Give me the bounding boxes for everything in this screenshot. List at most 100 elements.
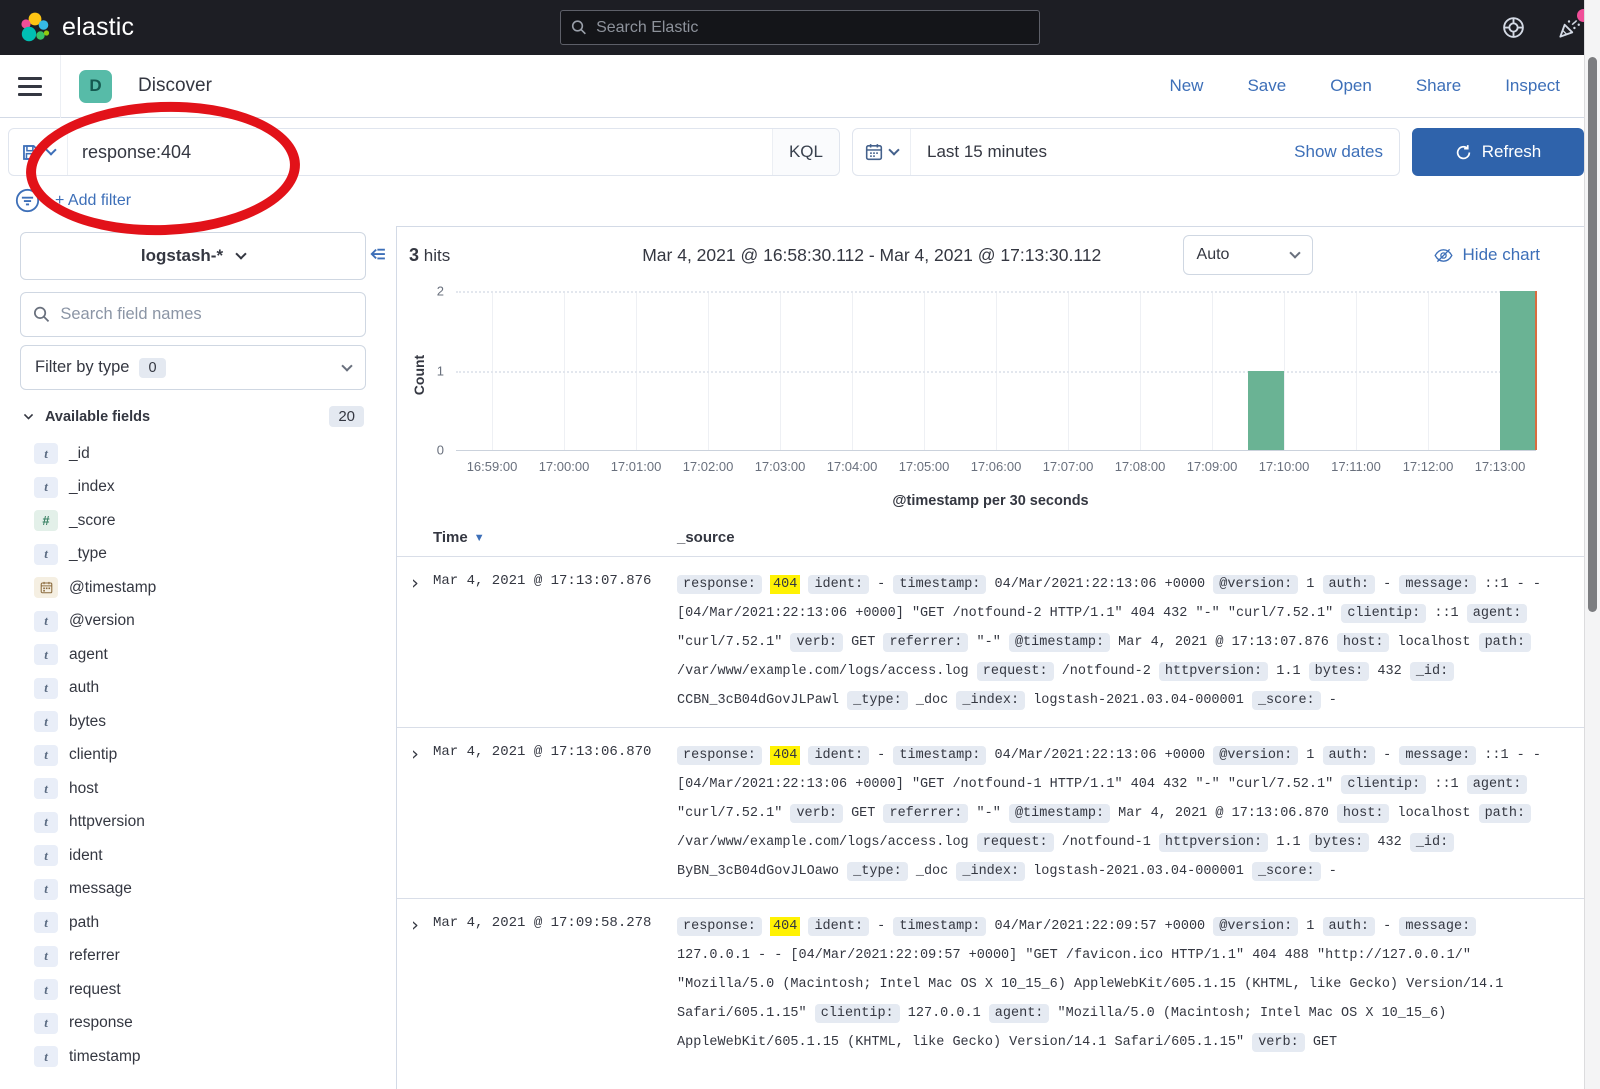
highlighted-value: 404 — [770, 575, 800, 594]
chevron-down-icon — [1289, 247, 1300, 258]
query-input[interactable] — [82, 142, 758, 163]
field-name-pill: @timestamp: — [1009, 633, 1110, 652]
field-value: 1.1 — [1276, 664, 1300, 679]
field-item-ident[interactable]: tident — [20, 839, 366, 873]
page-scrollbar[interactable] — [1584, 0, 1600, 1089]
field-name-pill: host: — [1337, 804, 1390, 823]
field-name-pill: _score: — [1252, 862, 1321, 881]
saved-query-menu-button[interactable] — [9, 129, 68, 175]
nav-new-button[interactable]: New — [1169, 76, 1203, 96]
nav-open-button[interactable]: Open — [1330, 76, 1372, 96]
news-feed-button[interactable] — [1556, 15, 1582, 41]
field-value: 04/Mar/2021:22:13:06 +0000 — [995, 748, 1206, 763]
text-field-icon: t — [34, 1046, 58, 1067]
nav-share-button[interactable]: Share — [1416, 76, 1461, 96]
field-item-@timestamp[interactable]: @timestamp — [20, 571, 366, 605]
hide-chart-button[interactable]: Hide chart — [1433, 245, 1540, 266]
field-name: _id — [69, 445, 90, 463]
field-name-pill: message: — [1399, 746, 1476, 765]
discover-app-badge[interactable]: D — [79, 70, 112, 103]
hide-chart-label: Hide chart — [1463, 245, 1540, 265]
field-item-referrer[interactable]: treferrer — [20, 940, 366, 974]
nav-inspect-button[interactable]: Inspect — [1505, 76, 1560, 96]
field-name-pill: referrer: — [883, 804, 968, 823]
field-value: - — [877, 919, 885, 934]
x-tick-label: 17:09:00 — [1187, 459, 1238, 474]
chevron-down-icon — [235, 248, 246, 259]
available-fields-label: Available fields — [45, 409, 150, 425]
field-name: clientip — [69, 746, 117, 764]
text-field-icon: t — [34, 1013, 58, 1034]
scrollbar-thumb[interactable] — [1588, 57, 1597, 612]
available-fields-header[interactable]: Available fields 20 — [20, 406, 366, 427]
field-item-path[interactable]: tpath — [20, 906, 366, 940]
refresh-button[interactable]: Refresh — [1412, 128, 1584, 176]
date-field-icon — [34, 577, 58, 598]
histogram-chart[interactable]: Count 012 16:59:0017:00:0017:01:0017:02:… — [397, 283, 1584, 515]
column-time[interactable]: Time ▼ — [433, 529, 677, 546]
field-item-bytes[interactable]: tbytes — [20, 705, 366, 739]
global-search-input[interactable] — [596, 19, 1029, 37]
x-tick-label: 17:11:00 — [1331, 459, 1381, 474]
expand-row-button[interactable]: › — [397, 912, 433, 938]
help-icon[interactable] — [1501, 15, 1526, 40]
expand-row-button[interactable]: › — [397, 570, 433, 596]
y-tick-label: 0 — [437, 443, 444, 458]
field-value: /notfound-2 — [1062, 664, 1151, 679]
filter-icon[interactable] — [14, 187, 41, 214]
field-name: @timestamp — [69, 579, 156, 597]
global-search[interactable] — [560, 10, 1040, 45]
field-item-message[interactable]: tmessage — [20, 873, 366, 907]
field-item-clientip[interactable]: tclientip — [20, 739, 366, 773]
x-tick-label: 17:12:00 — [1403, 459, 1454, 474]
field-item-host[interactable]: thost — [20, 772, 366, 806]
field-value: 127.0.0.1 — [908, 1006, 981, 1021]
field-value: - — [1383, 577, 1391, 592]
nav-save-button[interactable]: Save — [1247, 76, 1286, 96]
show-dates-button[interactable]: Show dates — [1278, 129, 1399, 175]
collapse-sidebar-button[interactable] — [368, 244, 388, 264]
elastic-logo[interactable]: elastic — [18, 11, 134, 45]
field-name-pill: bytes: — [1309, 662, 1370, 681]
field-item-_score[interactable]: #_score — [20, 504, 366, 538]
query-language-button[interactable]: KQL — [772, 129, 839, 175]
field-name-pill: timestamp: — [893, 746, 986, 765]
menu-icon[interactable] — [18, 77, 42, 96]
field-item-@version[interactable]: t@version — [20, 605, 366, 639]
text-field-icon: t — [34, 778, 58, 799]
field-item-_type[interactable]: t_type — [20, 538, 366, 572]
field-search-input[interactable] — [60, 305, 353, 324]
field-item-timestamp[interactable]: ttimestamp — [20, 1040, 366, 1074]
row-source: response: 404 ident: - timestamp: 04/Mar… — [677, 912, 1584, 1057]
field-name-pill: request: — [977, 833, 1054, 852]
field-item-auth[interactable]: tauth — [20, 672, 366, 706]
chevron-down-icon — [341, 360, 352, 371]
time-range-value[interactable]: Last 15 minutes — [911, 129, 1278, 175]
filter-by-type-select[interactable]: Filter by type 0 — [20, 345, 366, 390]
field-search[interactable] — [20, 292, 366, 337]
field-name-pill: request: — [977, 662, 1054, 681]
field-item-response[interactable]: tresponse — [20, 1007, 366, 1041]
field-value: 432 — [1377, 664, 1401, 679]
field-value: ByBN_3cB04dGovJLOawo — [677, 864, 839, 879]
field-item-httpversion[interactable]: thttpversion — [20, 806, 366, 840]
field-item-_index[interactable]: t_index — [20, 471, 366, 505]
field-name: path — [69, 914, 99, 932]
text-field-icon: t — [34, 711, 58, 732]
field-value: "-" — [977, 806, 1001, 821]
expand-row-button[interactable]: › — [397, 741, 433, 767]
field-name: httpversion — [69, 813, 145, 831]
current-time-marker — [1535, 291, 1537, 450]
field-name-pill: response: — [677, 917, 762, 936]
field-item-request[interactable]: trequest — [20, 973, 366, 1007]
date-picker-menu-button[interactable] — [853, 129, 911, 175]
interval-select[interactable]: Auto — [1183, 235, 1313, 275]
add-filter-button[interactable]: + Add filter — [55, 192, 131, 210]
field-item-agent[interactable]: tagent — [20, 638, 366, 672]
field-name-pill: @version: — [1213, 917, 1298, 936]
index-pattern-select[interactable]: logstash-* — [20, 232, 366, 280]
gridline — [456, 371, 1536, 373]
field-item-_id[interactable]: t_id — [20, 437, 366, 471]
histogram-bar-17:09:30[interactable] — [1248, 371, 1284, 451]
histogram-bar-17:13:00[interactable] — [1500, 291, 1536, 450]
